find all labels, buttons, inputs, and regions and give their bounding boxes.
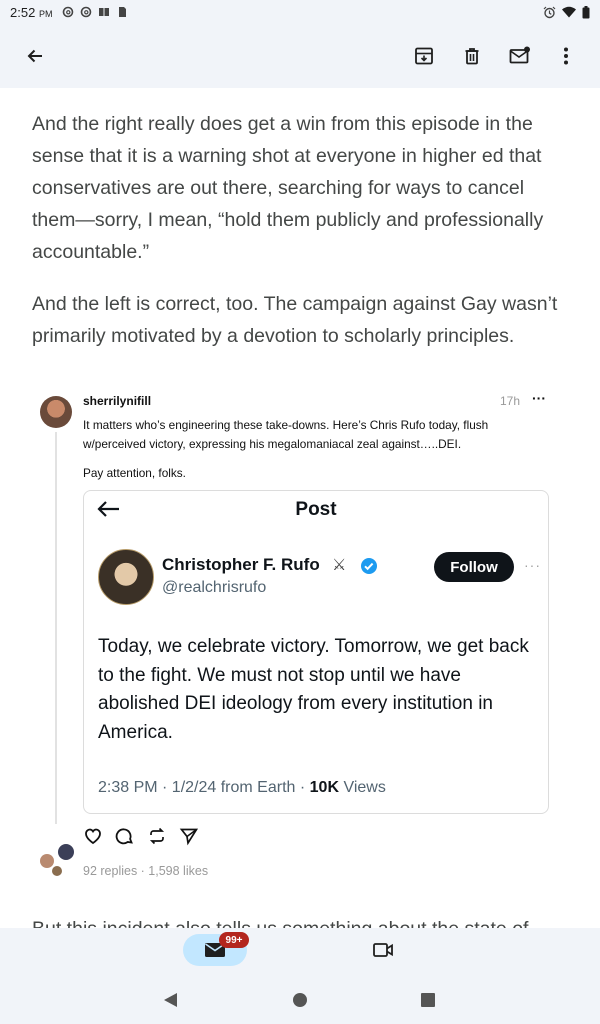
alarm-icon — [543, 6, 556, 18]
post-actions — [83, 826, 199, 846]
more-vert-icon — [564, 47, 568, 65]
back-button[interactable] — [23, 44, 47, 68]
post-stats[interactable]: 92 replies · 1,598 likes — [83, 864, 208, 878]
avatar — [40, 854, 54, 868]
verified-badge-icon — [361, 558, 377, 574]
meet-tab[interactable] — [372, 940, 396, 965]
status-time: 2:52 PM — [10, 4, 53, 20]
avatar — [58, 844, 74, 860]
post-time: 17h — [500, 394, 521, 408]
quoted-post-card[interactable]: Post Christopher F. Rufo ⚔ @realchrisruf… — [83, 490, 549, 814]
crossed-swords-icon: ⚔ — [332, 557, 347, 574]
avatar — [52, 866, 62, 876]
profile-handle: @realchrisrufo — [162, 579, 267, 596]
nav-back-icon[interactable] — [162, 991, 180, 1009]
reply-button[interactable] — [115, 826, 135, 846]
reply-avatars — [40, 844, 80, 880]
archive-icon — [415, 47, 433, 65]
threads-icon — [81, 6, 92, 18]
send-icon — [179, 828, 199, 846]
heart-icon — [85, 828, 101, 845]
delete-icon — [465, 48, 479, 65]
nav-home-icon[interactable] — [292, 992, 308, 1008]
thread-line — [55, 432, 57, 824]
nav-recents-icon[interactable] — [420, 992, 436, 1008]
post-more-button[interactable]: ··· — [532, 390, 546, 406]
repost-button[interactable] — [147, 826, 167, 846]
profile-name: Christopher F. Rufo — [162, 555, 320, 574]
more-icon: ··· — [524, 557, 541, 573]
body-paragraph: And the left is correct, too. The campai… — [32, 293, 558, 347]
body-paragraph: But this incident also tells us somethin… — [32, 918, 528, 928]
tweet-meta: 2:38 PM · 1/2/24 from Earth · 10K Views — [98, 779, 386, 796]
bottom-nav: 99+ — [0, 928, 600, 978]
video-camera-icon — [373, 943, 393, 957]
delete-button[interactable] — [460, 44, 484, 68]
sd-card-icon — [119, 7, 127, 17]
email-body: And the right really does get a win from… — [0, 88, 600, 928]
follow-button: Follow — [434, 552, 514, 582]
share-button[interactable] — [179, 826, 199, 846]
back-arrow-icon — [27, 49, 42, 63]
system-nav-bar — [0, 978, 600, 1024]
status-bar: 2:52 PM — [0, 0, 600, 24]
tweet-text: Today, we celebrate victory. Tomorrow, w… — [98, 636, 529, 743]
like-button[interactable] — [83, 826, 103, 846]
app-bar — [0, 24, 600, 88]
post-text: Pay attention, folks. — [83, 466, 186, 480]
mark-unread-icon — [509, 46, 530, 64]
threads-icon — [63, 6, 74, 18]
notification-icons — [62, 6, 128, 18]
wifi-icon — [562, 6, 576, 18]
post-text: It matters who’s engineering these take-… — [83, 418, 489, 451]
avatar[interactable] — [40, 396, 72, 428]
archive-button[interactable] — [412, 44, 436, 68]
repost-icon — [149, 827, 165, 845]
system-icons — [543, 5, 590, 19]
more-options-button[interactable] — [554, 44, 578, 68]
unread-badge: 99+ — [219, 932, 249, 948]
body-paragraph: And the right really does get a win from… — [32, 113, 544, 263]
comment-icon — [115, 828, 133, 845]
avatar — [98, 549, 154, 605]
book-icon — [99, 8, 110, 16]
post-author[interactable]: sherrilynifill — [83, 394, 151, 408]
battery-icon — [582, 5, 590, 18]
card-title: Post — [295, 499, 337, 520]
mark-unread-button[interactable] — [508, 44, 532, 68]
